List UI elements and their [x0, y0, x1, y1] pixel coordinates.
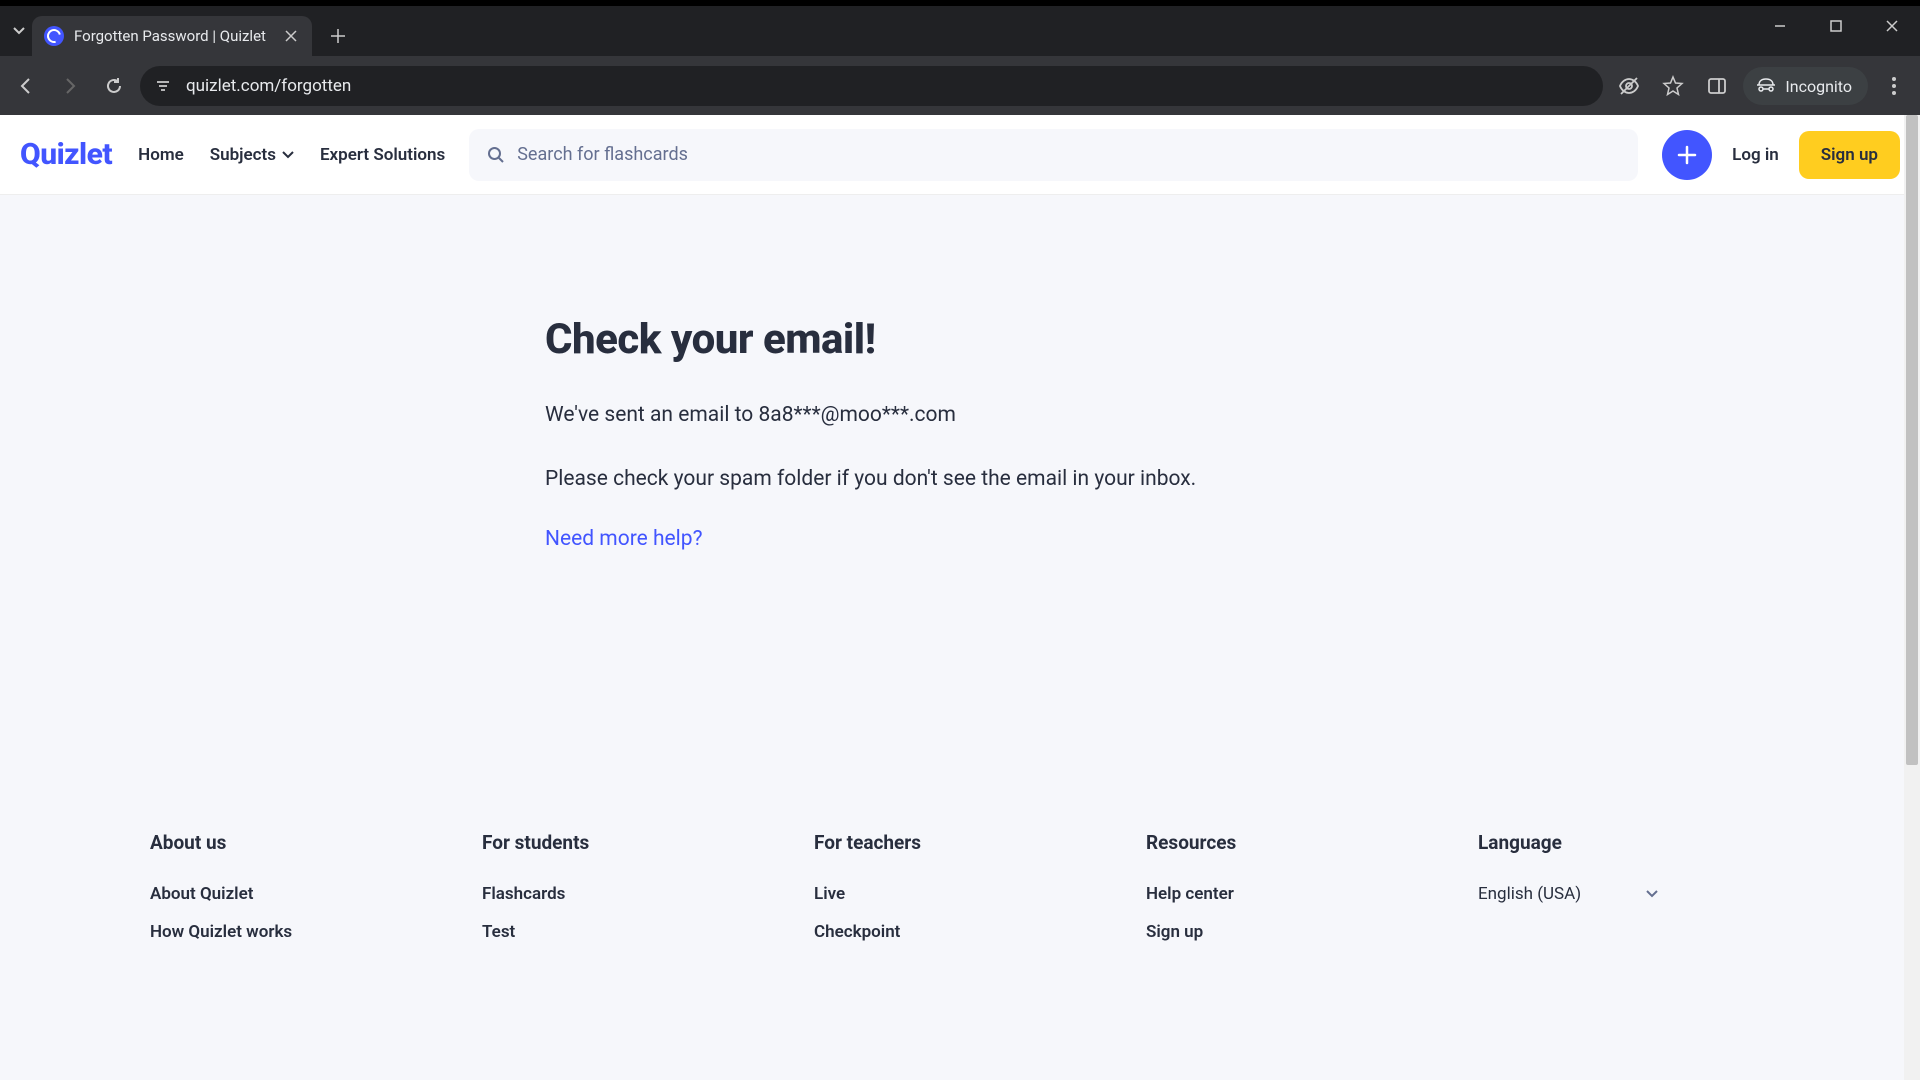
incognito-icon: [1755, 77, 1777, 95]
reload-button[interactable]: [96, 68, 132, 104]
footer-link-flashcards[interactable]: Flashcards: [482, 884, 774, 904]
maximize-button[interactable]: [1808, 6, 1864, 46]
plus-icon: [1677, 145, 1697, 165]
footer-link-live[interactable]: Live: [814, 884, 1106, 904]
footer-heading-students: For students: [482, 831, 774, 854]
close-window-button[interactable]: [1864, 6, 1920, 46]
chevron-down-icon: [1646, 890, 1658, 898]
nav-subjects-label: Subjects: [210, 145, 276, 165]
create-button[interactable]: [1662, 130, 1712, 180]
footer-link-test[interactable]: Test: [482, 922, 774, 942]
signup-button[interactable]: Sign up: [1799, 131, 1900, 179]
search-input[interactable]: [517, 144, 1620, 165]
eye-off-icon[interactable]: [1611, 68, 1647, 104]
spam-folder-text: Please check your spam folder if you don…: [545, 464, 1445, 496]
footer-col-language: Language English (USA): [1478, 831, 1770, 960]
footer-col-students: For students Flashcards Test: [482, 831, 774, 960]
minimize-button[interactable]: [1752, 6, 1808, 46]
chevron-down-icon: [282, 151, 294, 159]
address-bar: quizlet.com/forgotten Incognito: [0, 56, 1920, 116]
incognito-label: Incognito: [1785, 77, 1852, 96]
footer-link-help-center[interactable]: Help center: [1146, 884, 1438, 904]
footer-heading-teachers: For teachers: [814, 831, 1106, 854]
footer-col-teachers: For teachers Live Checkpoint: [814, 831, 1106, 960]
footer-col-about: About us About Quizlet How Quizlet works: [150, 831, 442, 960]
browser-tab[interactable]: Forgotten Password | Quizlet: [32, 16, 312, 56]
quizlet-logo[interactable]: Quizlet: [20, 137, 112, 172]
footer-col-resources: Resources Help center Sign up: [1146, 831, 1438, 960]
page-viewport: Quizlet Home Subjects Expert Solutions L…: [0, 115, 1920, 1080]
browser-chrome: Forgotten Password | Quizlet: [0, 0, 1920, 115]
login-button[interactable]: Log in: [1732, 145, 1779, 165]
bookmark-star-icon[interactable]: [1655, 68, 1691, 104]
footer-link-how-works[interactable]: How Quizlet works: [150, 922, 442, 942]
footer-link-checkpoint[interactable]: Checkpoint: [814, 922, 1106, 942]
footer-link-about-quizlet[interactable]: About Quizlet: [150, 884, 442, 904]
primary-nav: Home Subjects Expert Solutions: [138, 145, 445, 165]
language-selected: English (USA): [1478, 884, 1581, 904]
tab-title: Forgotten Password | Quizlet: [74, 27, 274, 45]
site-header: Quizlet Home Subjects Expert Solutions L…: [0, 115, 1920, 195]
need-help-link[interactable]: Need more help?: [545, 527, 703, 551]
nav-subjects[interactable]: Subjects: [210, 145, 294, 165]
scrollbar-track[interactable]: [1904, 115, 1920, 1080]
new-tab-button[interactable]: [322, 20, 354, 52]
incognito-badge[interactable]: Incognito: [1743, 67, 1868, 105]
site-settings-icon[interactable]: [154, 77, 172, 95]
nav-home[interactable]: Home: [138, 145, 184, 165]
tab-bar: Forgotten Password | Quizlet: [0, 6, 1920, 56]
back-button[interactable]: [8, 68, 44, 104]
footer-heading-about: About us: [150, 831, 442, 854]
footer-heading-language: Language: [1478, 831, 1770, 854]
url-text: quizlet.com/forgotten: [186, 76, 1589, 96]
main-content: Check your email! We've sent an email to…: [0, 195, 1920, 551]
content-block: Check your email! We've sent an email to…: [545, 315, 1445, 551]
language-selector[interactable]: English (USA): [1478, 884, 1658, 904]
side-panel-icon[interactable]: [1699, 68, 1735, 104]
close-tab-icon[interactable]: [282, 27, 300, 45]
tab-search-dropdown[interactable]: [8, 20, 30, 42]
footer-heading-resources: Resources: [1146, 831, 1438, 854]
search-icon: [487, 146, 505, 164]
page-title: Check your email!: [545, 315, 1445, 364]
footer-link-signup[interactable]: Sign up: [1146, 922, 1438, 942]
url-bar[interactable]: quizlet.com/forgotten: [140, 66, 1603, 106]
search-box[interactable]: [469, 129, 1638, 181]
site-footer: About us About Quizlet How Quizlet works…: [0, 551, 1920, 1000]
scrollbar-thumb[interactable]: [1906, 115, 1918, 765]
nav-expert-solutions[interactable]: Expert Solutions: [320, 145, 445, 165]
forward-button[interactable]: [52, 68, 88, 104]
window-controls: [1752, 6, 1920, 46]
quizlet-favicon: [44, 26, 64, 46]
email-sent-text: We've sent an email to 8a8***@moo***.com: [545, 400, 1445, 432]
browser-menu-icon[interactable]: [1876, 68, 1912, 104]
